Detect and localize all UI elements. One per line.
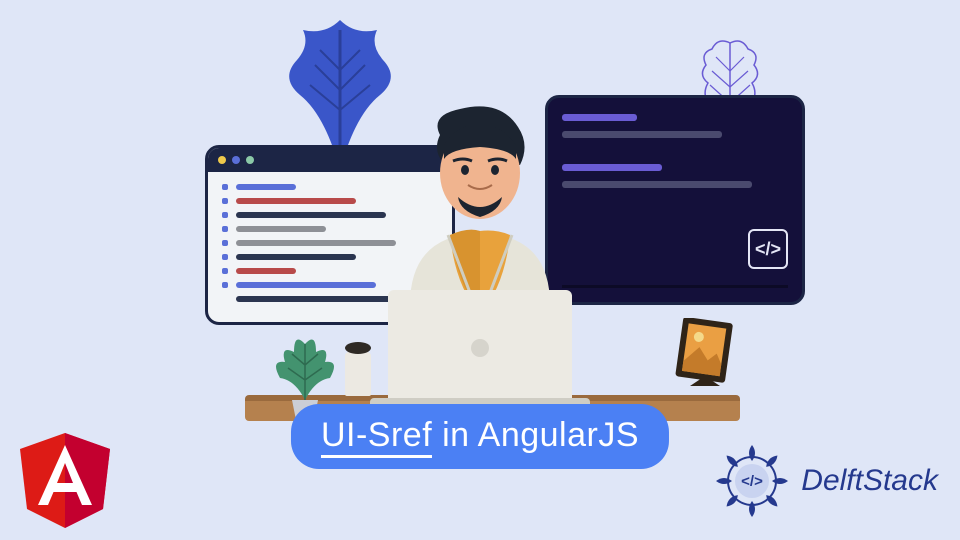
code-brackets-icon: </> (748, 229, 788, 269)
window-dot-icon (218, 156, 226, 164)
window-dot-icon (246, 156, 254, 164)
title-rest: in AngularJS (432, 416, 639, 454)
svg-text:</>: </> (741, 473, 763, 490)
laptop-illustration (370, 290, 590, 420)
brand-mandala-icon: </> (711, 440, 793, 522)
title-keyword: UI-Sref (321, 416, 432, 458)
brand-logo: </> DelftStack (711, 440, 938, 522)
angular-logo-icon (20, 433, 110, 528)
photo-frame-illustration (670, 318, 740, 398)
article-title: UI-Sref in AngularJS (291, 404, 669, 469)
window-dot-icon (232, 156, 240, 164)
brand-name: DelftStack (801, 464, 938, 498)
